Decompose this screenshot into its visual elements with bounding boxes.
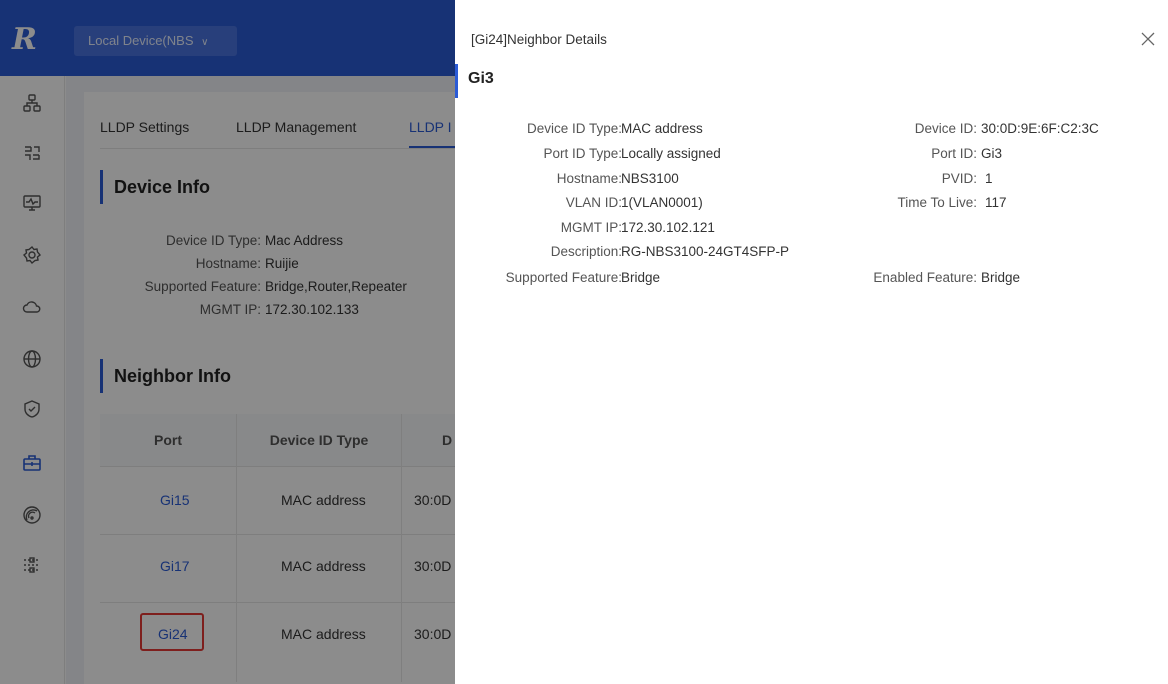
detail-value: Bridge [621,270,661,285]
detail-label: Port ID: [931,146,977,161]
screen: R Local Device(NBS ∨ LLDP Settings LLDP … [0,0,1168,684]
detail-label: Enabled Feature: [873,270,977,285]
detail-value: Gi3 [981,146,1003,161]
section-marker [455,64,458,98]
detail-value: 30:0D:9E:6F:C2:3C [981,121,1099,136]
close-icon[interactable] [1137,28,1159,50]
detail-label: VLAN ID: [565,195,622,210]
detail-value: Bridge [981,270,1021,285]
detail-label: PVID: [941,171,977,186]
detail-value: 172.30.102.121 [621,220,715,235]
detail-label: Description: [550,244,622,259]
drawer-title: Gi3 [468,70,494,87]
detail-value: 1 [985,171,993,186]
detail-value: Locally assigned [621,146,721,161]
detail-label: Supported Feature: [505,270,622,285]
detail-label: Port ID Type: [543,146,622,161]
detail-label: Time To Live: [897,195,977,210]
detail-value: 1(VLAN0001) [621,195,703,210]
detail-value: 117 [985,195,1007,210]
detail-value: MAC address [621,121,703,136]
neighbor-details-drawer: [Gi24]Neighbor Details Gi3 Device ID Typ… [455,0,1168,684]
detail-label: Device ID: [914,121,977,136]
detail-value: NBS3100 [621,171,679,186]
detail-label: Hostname: [556,171,622,186]
drawer-header: [Gi24]Neighbor Details [471,32,607,47]
detail-label: Device ID Type: [526,121,622,136]
detail-value: RG-NBS3100-24GT4SFP-P [621,244,790,259]
detail-label: MGMT IP: [560,220,622,235]
